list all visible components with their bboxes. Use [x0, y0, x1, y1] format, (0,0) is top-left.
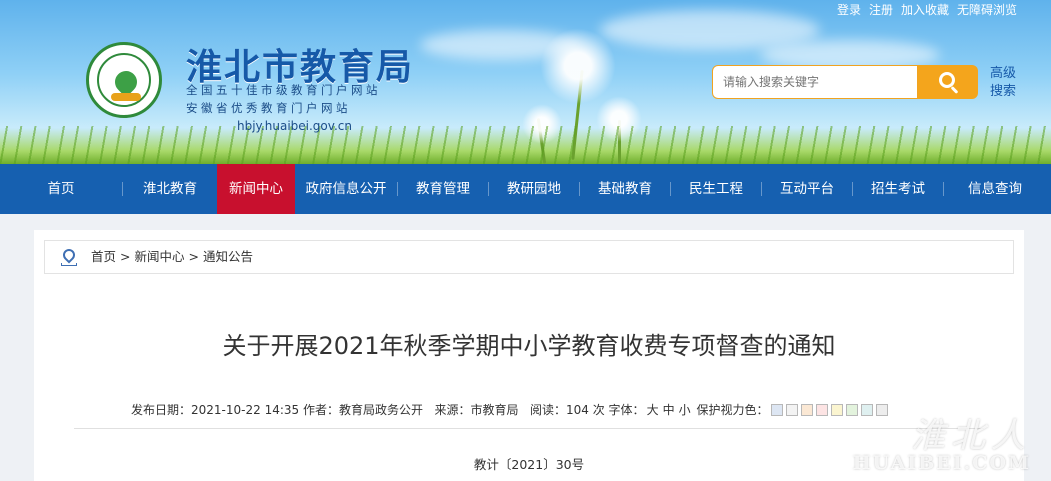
nav-item-edu-management[interactable]: 教育管理: [398, 164, 488, 214]
location-icon: [60, 246, 78, 267]
nav-item-news-center[interactable]: 新闻中心: [217, 164, 295, 214]
breadcrumb: 首页 > 新闻中心 > 通知公告: [44, 240, 1014, 274]
source: 市教育局: [470, 403, 519, 417]
accessibility-link[interactable]: 无障碍浏览: [957, 1, 1017, 18]
top-links: 登录 注册 加入收藏 无障碍浏览: [837, 1, 1017, 18]
advanced-search-link[interactable]: 高级搜索: [990, 65, 1022, 101]
watermark-cn: 淮北人: [911, 416, 1031, 456]
grass-decoration: [0, 126, 1051, 164]
author: 教育局政务公开: [339, 403, 424, 417]
publish-date: 2021-10-22 14:35: [191, 402, 300, 417]
font-size-large[interactable]: 大: [647, 401, 659, 418]
article-meta: 发布日期： 2021-10-22 14:35 作者： 教育局政务公开 来源： 市…: [131, 401, 889, 418]
eye-color-swatch[interactable]: [771, 403, 784, 416]
eye-color-swatch[interactable]: [816, 403, 829, 416]
nav-item-livelihood[interactable]: 民生工程: [671, 164, 761, 214]
nav-item-basic-education[interactable]: 基础教育: [580, 164, 670, 214]
font-size-medium[interactable]: 中: [663, 401, 675, 418]
eye-color-swatch[interactable]: [786, 403, 799, 416]
watermark: 淮北人 HUAIBEI.COM: [837, 408, 1037, 478]
breadcrumb-notices[interactable]: 通知公告: [203, 249, 253, 264]
site-logo[interactable]: [86, 42, 162, 118]
nav-item-huaibei-education[interactable]: 淮北教育: [123, 164, 217, 214]
breadcrumb-home[interactable]: 首页: [91, 249, 116, 264]
breadcrumb-news-center[interactable]: 新闻中心: [135, 249, 185, 264]
main-nav: 首页 淮北教育 新闻中心 政府信息公开 教育管理 教研园地 基础教育 民生工程 …: [0, 164, 1051, 214]
eye-color-swatch[interactable]: [801, 403, 814, 416]
add-favorite-link[interactable]: 加入收藏: [901, 1, 949, 18]
nav-item-admission[interactable]: 招生考试: [853, 164, 943, 214]
nav-item-home[interactable]: 首页: [0, 164, 122, 214]
site-url: hbjy.huaibei.gov.cn: [237, 119, 352, 133]
search-button[interactable]: [918, 65, 978, 99]
header-banner: 淮北市教育局 全国五十佳市级教育门户网站 安徽省优秀教育门户网站 hbjy.hu…: [0, 0, 1051, 164]
watermark-en: HUAIBEI.COM: [852, 452, 1031, 474]
nav-item-info-query[interactable]: 信息查询: [944, 164, 1046, 214]
login-link[interactable]: 登录: [837, 1, 861, 18]
article-title: 关于开展2021年秋季学期中小学教育收费专项督查的通知: [222, 332, 836, 360]
view-count: 104: [565, 402, 589, 417]
dandelion-image: [540, 28, 616, 104]
nav-item-interaction[interactable]: 互动平台: [762, 164, 852, 214]
page: 淮北市教育局 全国五十佳市级教育门户网站 安徽省优秀教育门户网站 hbjy.hu…: [0, 0, 1051, 481]
site-subtitle-1: 全国五十佳市级教育门户网站: [186, 83, 381, 97]
register-link[interactable]: 注册: [869, 1, 893, 18]
font-size-small[interactable]: 小: [679, 401, 691, 418]
site-subtitle-2: 安徽省优秀教育门户网站: [186, 101, 351, 115]
nav-item-teaching-research[interactable]: 教研园地: [489, 164, 579, 214]
search-input[interactable]: [712, 65, 918, 99]
nav-item-gov-info[interactable]: 政府信息公开: [295, 164, 397, 214]
